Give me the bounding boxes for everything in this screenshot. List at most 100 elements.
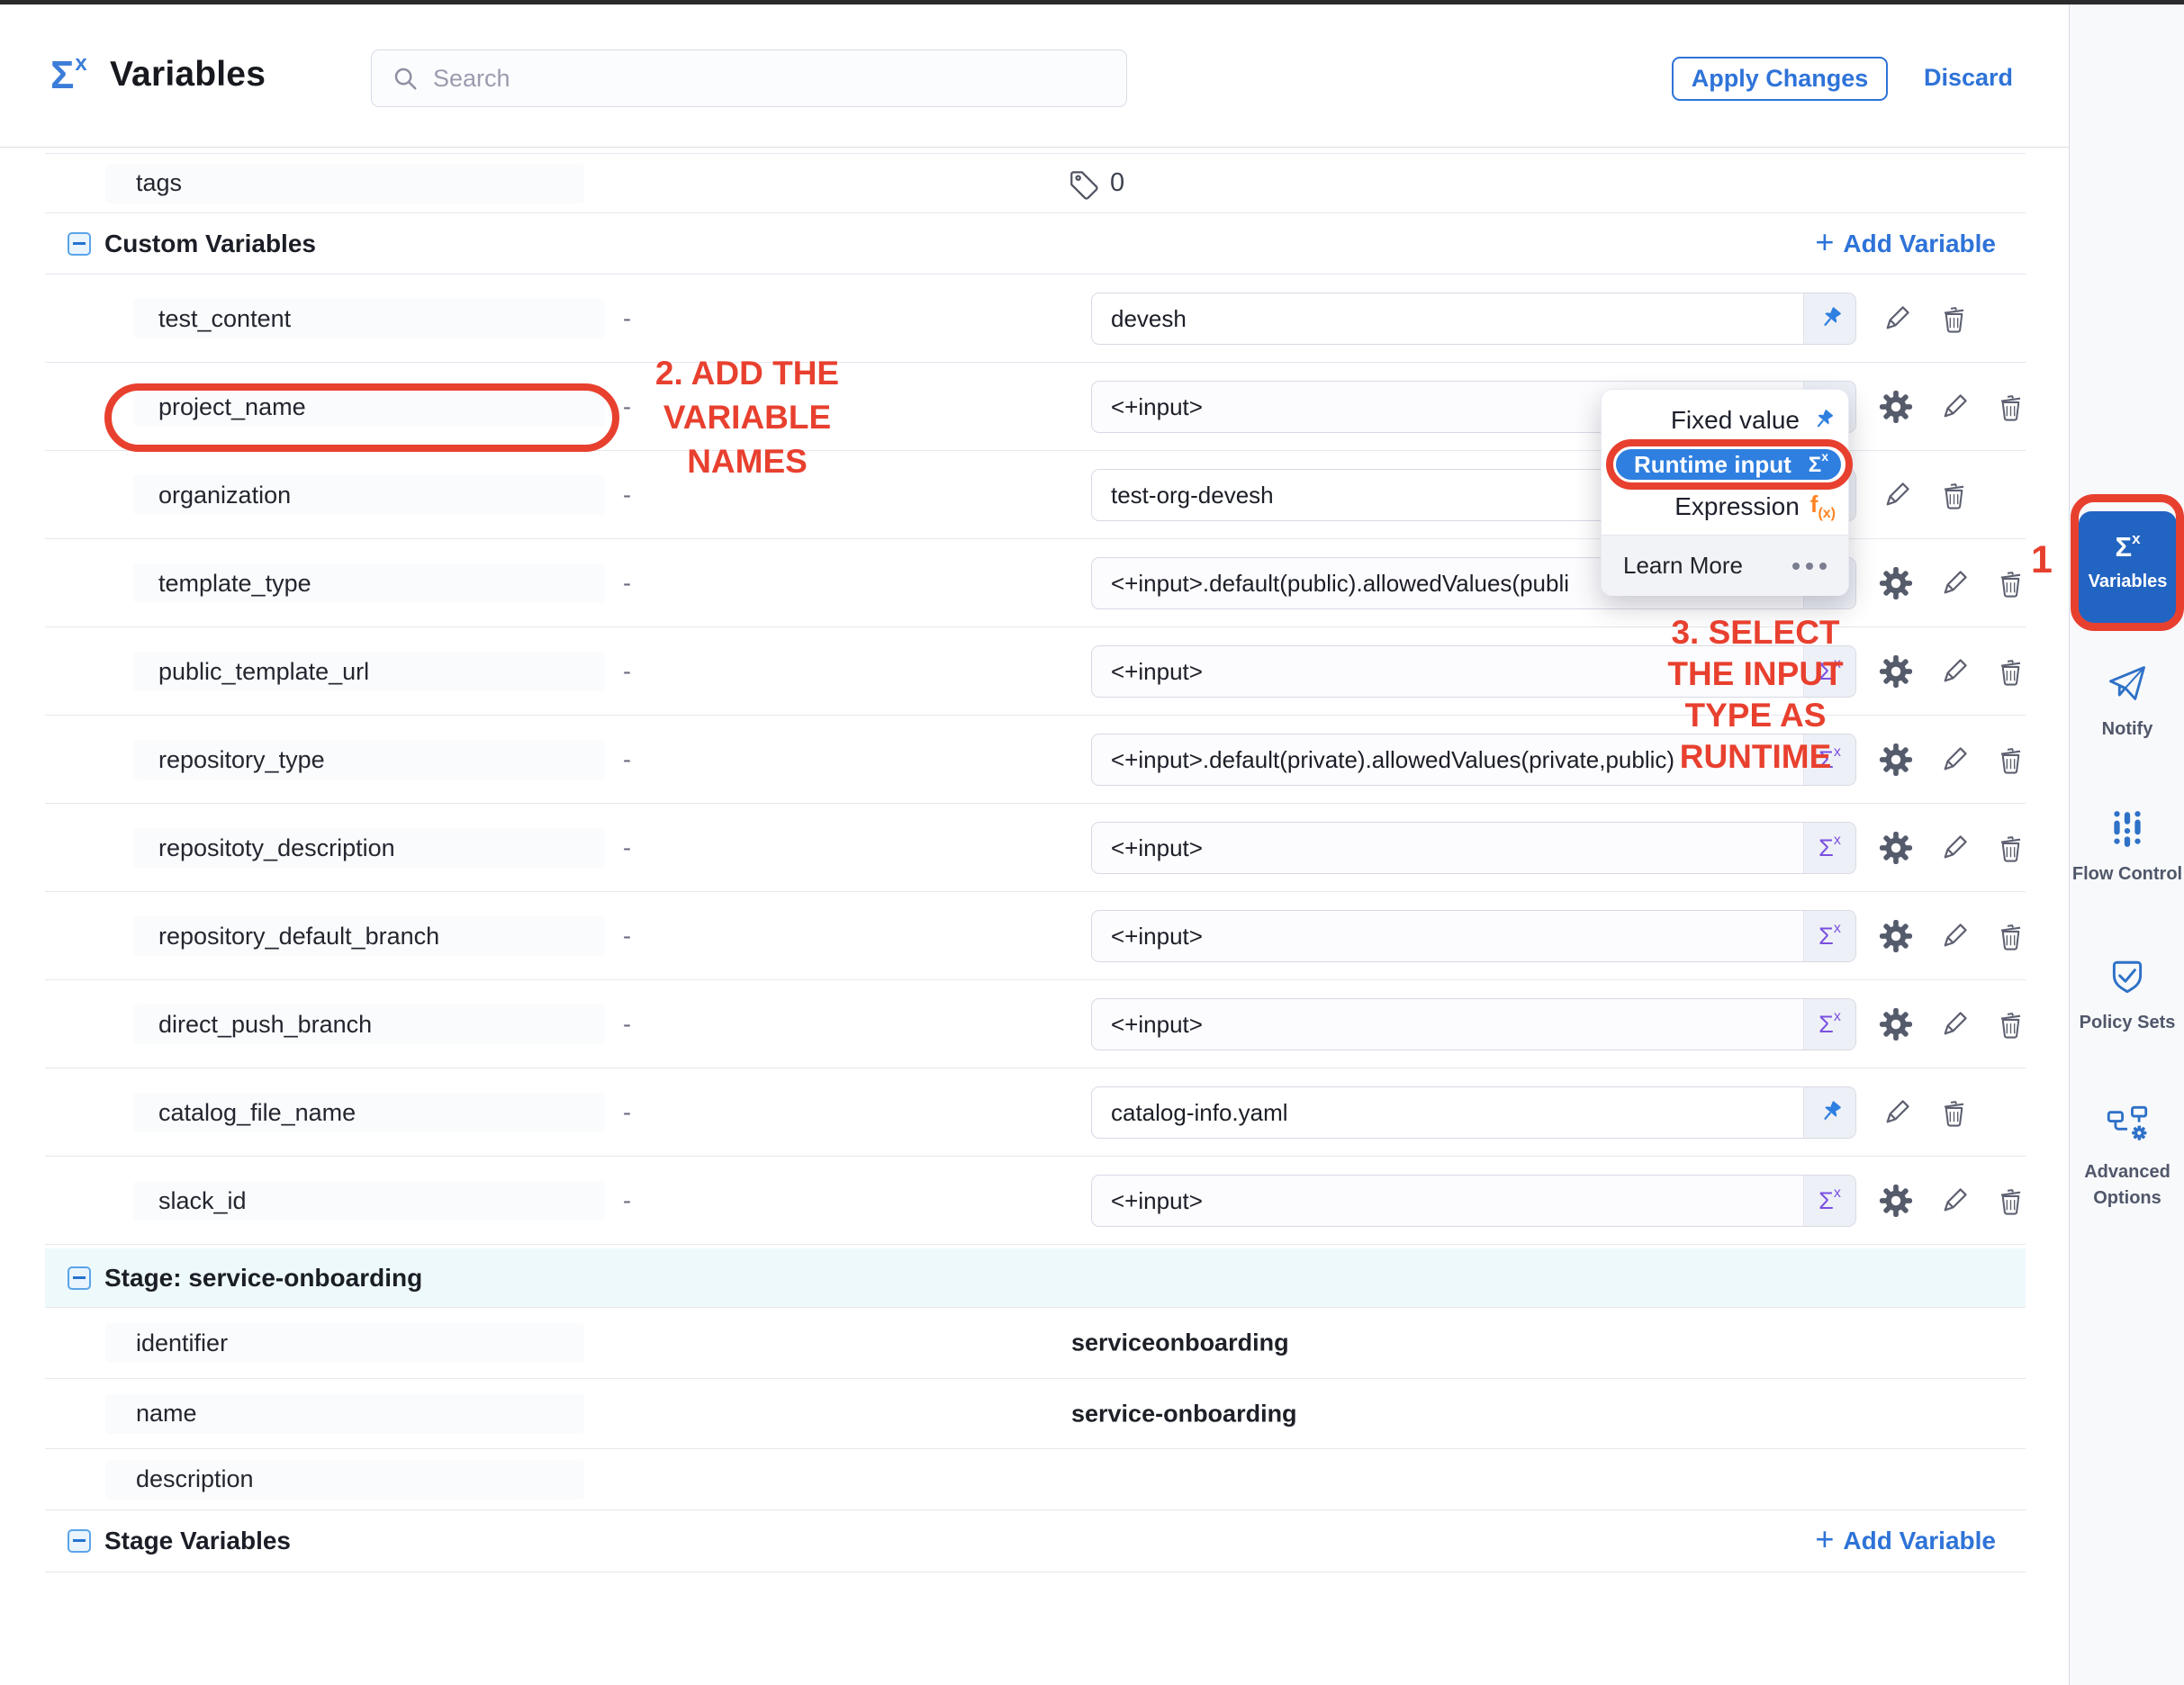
edit-pencil-icon bbox=[1937, 655, 1971, 689]
tag-icon bbox=[1067, 167, 1101, 201]
shield-check-icon bbox=[2107, 957, 2148, 998]
pin-icon bbox=[1817, 1099, 1844, 1126]
value-separator: - bbox=[623, 1010, 631, 1038]
variable-value-input[interactable]: devesh bbox=[1091, 293, 1856, 345]
settings-gear-icon bbox=[1879, 1007, 1913, 1041]
sidebar-item-advanced-options[interactable]: Advanced Options bbox=[2070, 1104, 2184, 1212]
section-row-stage: Stage: service-onboarding bbox=[45, 1248, 2026, 1308]
delete-variable-button[interactable] bbox=[1936, 1095, 1972, 1131]
settings-gear-icon bbox=[1879, 1184, 1913, 1218]
ellipsis-icon[interactable] bbox=[1792, 563, 1827, 570]
collapse-minus-icon[interactable] bbox=[68, 1266, 91, 1290]
field-value: serviceonboarding bbox=[1071, 1329, 1289, 1357]
variable-value-input[interactable]: <+input>Σx bbox=[1091, 910, 1856, 962]
delete-variable-button[interactable] bbox=[1936, 301, 1972, 337]
delete-variable-button[interactable] bbox=[1992, 653, 2028, 689]
settings-gear-icon bbox=[1879, 831, 1913, 865]
stage-variables-title: Stage Variables bbox=[104, 1527, 291, 1555]
value-type-toggle-fixed[interactable] bbox=[1803, 293, 1855, 344]
table-row-name: name service-onboarding bbox=[45, 1379, 2026, 1449]
edit-variable-button[interactable] bbox=[1936, 389, 1972, 425]
delete-trash-icon bbox=[1994, 567, 2027, 600]
variable-settings-button[interactable] bbox=[1878, 830, 1914, 866]
runtime-sigma-badge: Σx bbox=[1818, 923, 1841, 951]
variable-settings-button[interactable] bbox=[1878, 1006, 1914, 1042]
delete-variable-button[interactable] bbox=[1992, 742, 2028, 778]
section-title: Custom Variables bbox=[104, 230, 316, 258]
annotation-ring-variables-tab bbox=[2071, 494, 2184, 631]
value-type-toggle-runtime[interactable]: Σx bbox=[1803, 999, 1855, 1050]
variables-panel: Σx Variables Apply Changes Discard tags … bbox=[0, 0, 2184, 1685]
section-row-stage-variables: Stage Variables + Add Variable bbox=[45, 1510, 2026, 1572]
add-variable-button[interactable]: + Add Variable bbox=[1815, 1525, 1996, 1557]
variable-name: repositoty_description bbox=[133, 828, 605, 868]
search-input[interactable] bbox=[431, 64, 1065, 94]
delete-variable-button[interactable] bbox=[1992, 1006, 2028, 1042]
value-type-toggle-runtime[interactable]: Σx bbox=[1803, 911, 1855, 961]
edit-pencil-icon bbox=[1880, 1096, 1913, 1130]
edit-variable-button[interactable] bbox=[1878, 301, 1914, 337]
variable-value-input[interactable]: catalog-info.yaml bbox=[1091, 1086, 1856, 1139]
sidebar-item-flow-control[interactable]: Flow Control bbox=[2070, 808, 2184, 888]
apply-changes-button[interactable]: Apply Changes bbox=[1672, 57, 1888, 101]
variable-name: template_type bbox=[133, 563, 605, 603]
add-variable-button[interactable]: + Add Variable bbox=[1815, 228, 1996, 260]
edit-pencil-icon bbox=[1937, 743, 1971, 777]
discard-button[interactable]: Discard bbox=[1924, 64, 2013, 92]
delete-variable-button[interactable] bbox=[1936, 477, 1972, 513]
header: Σx Variables Apply Changes Discard bbox=[0, 5, 2069, 148]
variable-name: slack_id bbox=[133, 1181, 605, 1221]
menu-item-fixed-value[interactable]: Fixed value bbox=[1602, 401, 1848, 440]
edit-variable-button[interactable] bbox=[1936, 1183, 1972, 1219]
variable-value-input[interactable]: <+input>Σx bbox=[1091, 1175, 1856, 1227]
edit-variable-button[interactable] bbox=[1878, 477, 1914, 513]
value-type-toggle-runtime[interactable]: Σx bbox=[1803, 1176, 1855, 1226]
variable-value-text: <+input> bbox=[1111, 834, 1803, 862]
settings-gear-icon bbox=[1879, 919, 1913, 953]
runtime-sigma-badge: Σx bbox=[1818, 1187, 1841, 1215]
value-separator: - bbox=[623, 569, 631, 597]
variable-value-text: catalog-info.yaml bbox=[1111, 1099, 1803, 1127]
variable-settings-button[interactable] bbox=[1878, 389, 1914, 425]
learn-more-link[interactable]: Learn More bbox=[1623, 552, 1792, 580]
variable-name: repository_type bbox=[133, 740, 605, 779]
variable-settings-button[interactable] bbox=[1878, 565, 1914, 601]
edit-variable-button[interactable] bbox=[1936, 918, 1972, 954]
variable-name: repository_default_branch bbox=[133, 916, 605, 956]
edit-variable-button[interactable] bbox=[1936, 742, 1972, 778]
collapse-minus-icon[interactable] bbox=[68, 232, 91, 256]
edit-pencil-icon bbox=[1937, 567, 1971, 600]
variable-row: catalog_file_name-catalog-info.yaml bbox=[45, 1068, 2026, 1157]
variable-settings-button[interactable] bbox=[1878, 1183, 1914, 1219]
value-separator: - bbox=[623, 833, 631, 861]
value-type-toggle-fixed[interactable] bbox=[1803, 1087, 1855, 1138]
runtime-sigma-badge: Σx bbox=[1818, 1011, 1841, 1039]
delete-variable-button[interactable] bbox=[1992, 389, 2028, 425]
annotation-step1-number: 1 bbox=[2031, 538, 2053, 582]
tags-label: tags bbox=[105, 164, 584, 203]
delete-variable-button[interactable] bbox=[1992, 830, 2028, 866]
variable-value-input[interactable]: <+input>Σx bbox=[1091, 822, 1856, 874]
variable-value-input[interactable]: <+input>Σx bbox=[1091, 998, 1856, 1050]
value-type-toggle-runtime[interactable]: Σx bbox=[1803, 823, 1855, 873]
edit-variable-button[interactable] bbox=[1936, 653, 1972, 689]
edit-variable-button[interactable] bbox=[1936, 1006, 1972, 1042]
sidebar-item-policy-sets[interactable]: Policy Sets bbox=[2070, 957, 2184, 1036]
variable-row: repository_default_branch-<+input>Σx bbox=[45, 892, 2026, 980]
delete-variable-button[interactable] bbox=[1992, 565, 2028, 601]
variable-row: slack_id-<+input>Σx bbox=[45, 1157, 2026, 1245]
pin-icon bbox=[1817, 305, 1844, 332]
delete-trash-icon bbox=[1994, 920, 2027, 953]
edit-pencil-icon bbox=[1937, 1008, 1971, 1041]
delete-variable-button[interactable] bbox=[1992, 1183, 2028, 1219]
section-row-custom-variables: Custom Variables + Add Variable bbox=[45, 213, 2026, 275]
delete-variable-button[interactable] bbox=[1992, 918, 2028, 954]
sidebar-item-notify[interactable]: Notify bbox=[2070, 662, 2184, 743]
edit-variable-button[interactable] bbox=[1878, 1095, 1914, 1131]
variable-settings-button[interactable] bbox=[1878, 918, 1914, 954]
collapse-minus-icon[interactable] bbox=[68, 1529, 91, 1553]
edit-variable-button[interactable] bbox=[1936, 565, 1972, 601]
value-separator: - bbox=[623, 304, 631, 332]
edit-variable-button[interactable] bbox=[1936, 830, 1972, 866]
menu-item-expression[interactable]: Expression f(x) bbox=[1602, 487, 1848, 527]
